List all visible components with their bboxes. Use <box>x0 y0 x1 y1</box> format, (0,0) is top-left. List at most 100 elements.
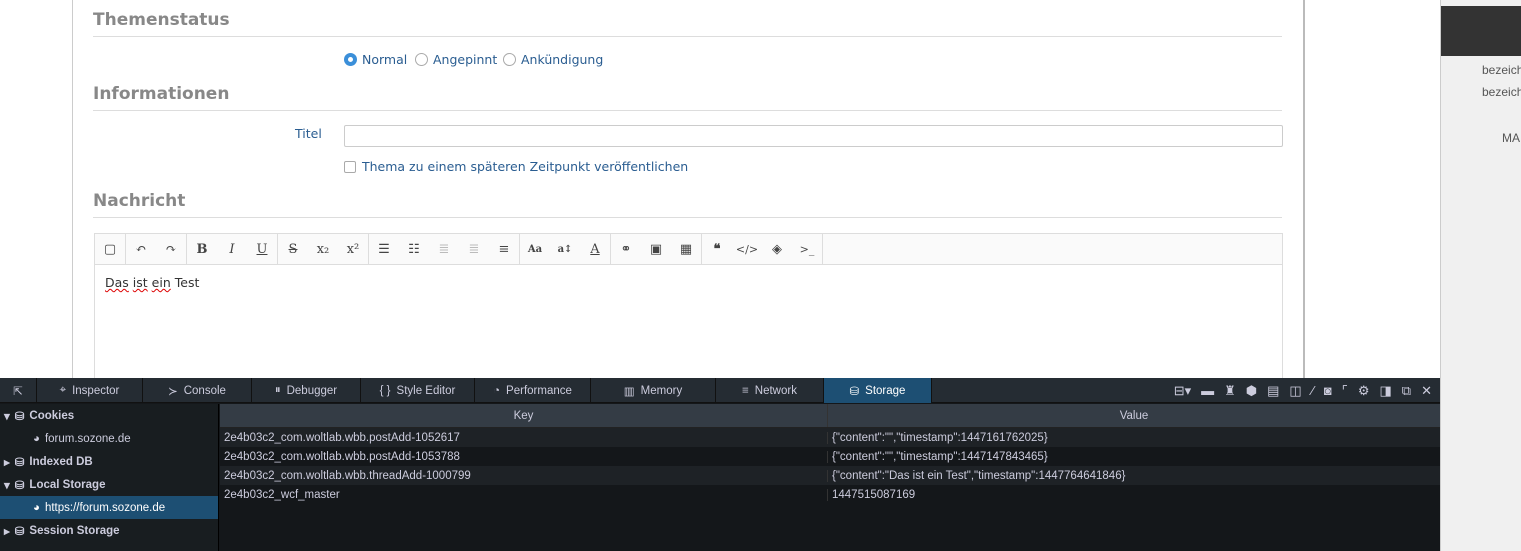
message-editor[interactable]: ▢ ↶ ↷ BIU Sx₂ x² ☰ ☷ ≣ ≣ ≡ Aa a↕ A ⚭ ▣ ▦ ❝ </> ◈ >_ D… <box>94 233 1283 383</box>
debugger-icon: ⏸ <box>274 384 281 396</box>
radio-angepinnt[interactable]: Angepinnt <box>415 52 497 67</box>
camera-icon[interactable]: ◙ <box>1324 383 1332 398</box>
cell-key: 2e4b03c2_com.woltlab.wbb.threadAdd-10007… <box>220 469 828 482</box>
tree-label: forum.sozone.de <box>44 432 131 445</box>
align-icon[interactable]: ≡ <box>489 234 519 264</box>
tab-label: Storage <box>865 384 906 397</box>
tree-session-storage[interactable]: ▸ ⛁ Session Storage <box>0 519 218 542</box>
tab-storage[interactable]: ⛁ Storage <box>824 378 932 403</box>
eyedropper-icon[interactable]: ⁄ <box>1312 383 1314 398</box>
database-icon: ⛁ <box>849 385 860 398</box>
rulers-icon[interactable]: ⌜ <box>1342 383 1348 399</box>
element-picker-icon[interactable]: ⇱ <box>0 378 37 403</box>
font-family-icon[interactable]: Aa <box>520 234 550 264</box>
undock-icon[interactable]: ⧉ <box>1402 383 1411 399</box>
tab-debugger[interactable]: ⏸ Debugger <box>252 378 361 403</box>
table-row[interactable]: 2e4b03c2_com.woltlab.wbb.postAdd-1052617… <box>220 428 1440 447</box>
unordered-list-icon[interactable]: ☷ <box>399 234 429 264</box>
code-icon[interactable]: </> <box>732 234 762 264</box>
undo-icon[interactable]: ↶ <box>126 234 156 264</box>
indent-icon[interactable]: ≣ <box>459 234 489 264</box>
side-text: MA <box>1502 131 1520 145</box>
tree-label: Indexed DB <box>29 455 93 468</box>
tab-performance[interactable]: ◔ Performance <box>475 378 591 403</box>
table-row[interactable]: 2e4b03c2_wcf_master 1447515087169 <box>220 485 1440 504</box>
column-key[interactable]: Key <box>220 404 828 427</box>
tab-inspector[interactable]: ⌖ Inspector <box>37 378 143 403</box>
title-input[interactable] <box>344 125 1283 147</box>
ordered-list-icon[interactable]: ☰ <box>369 234 399 264</box>
radio-normal[interactable]: Normal <box>344 52 407 67</box>
side-panel: bezeich bezeich MA <box>1440 0 1521 551</box>
database-icon: ⛁ <box>14 456 25 469</box>
table-row[interactable]: 2e4b03c2_com.woltlab.wbb.threadAdd-10007… <box>220 466 1440 485</box>
word: Test <box>174 275 200 290</box>
tree-local-storage[interactable]: ▾ ⛁ Local Storage <box>0 473 218 496</box>
quote-icon[interactable]: ❝ <box>702 234 732 264</box>
dock-side-icon[interactable]: ◨ <box>1380 383 1392 399</box>
cell-value: {"content":"","timestamp":1447161762025} <box>832 431 1048 444</box>
outdent-icon[interactable]: ≣ <box>429 234 459 264</box>
tree-host-cookies[interactable]: ◕ forum.sozone.de <box>0 427 218 450</box>
close-icon[interactable]: ✕ <box>1421 383 1432 399</box>
frame-icon[interactable]: ◫ <box>1289 383 1301 399</box>
section-themenstatus: Themenstatus <box>93 10 1282 37</box>
cell-key: 2e4b03c2_wcf_master <box>220 488 828 501</box>
table-icon[interactable]: ▦ <box>671 234 701 264</box>
subscript-icon[interactable]: x₂ <box>308 234 338 264</box>
tree-indexed-db[interactable]: ▸ ⛁ Indexed DB <box>0 450 218 473</box>
underline-icon[interactable]: U <box>247 234 277 264</box>
3d-view-icon[interactable]: ⬢ <box>1246 383 1257 399</box>
tree-host-local-storage[interactable]: ◕ https://forum.sozone.de <box>0 496 218 519</box>
terminal-icon[interactable]: >_ <box>792 234 822 264</box>
schedule-label: Thema zu einem späteren Zeitpunkt veröff… <box>362 159 689 174</box>
table-header: Key Value <box>220 404 1440 428</box>
side-text: bezeich <box>1482 85 1521 99</box>
cell-key: 2e4b03c2_com.woltlab.wbb.postAdd-1053788 <box>220 450 828 463</box>
tab-label: Console <box>183 384 226 397</box>
section-informationen: Informationen <box>93 84 1282 111</box>
italic-icon[interactable]: I <box>217 234 247 264</box>
tree-label: Cookies <box>29 409 75 422</box>
tree-cookies[interactable]: ▾ ⛁ Cookies <box>0 404 218 427</box>
source-toggle-icon[interactable]: ▢ <box>95 234 125 264</box>
column-value[interactable]: Value <box>828 404 1440 427</box>
radio-label: Angepinnt <box>433 52 498 67</box>
settings-icon[interactable]: ⚙ <box>1358 383 1370 399</box>
radio-label: Normal <box>362 52 408 67</box>
database-icon: ⛁ <box>14 479 25 492</box>
word: ist <box>132 275 148 290</box>
font-size-icon[interactable]: a↕ <box>550 234 580 264</box>
globe-icon: ◕ <box>33 501 40 514</box>
inspector-icon: ⌖ <box>59 384 67 396</box>
paint-flashing-icon[interactable]: ♜ <box>1224 383 1236 399</box>
redo-icon[interactable]: ↷ <box>156 234 186 264</box>
storage-tree: ▾ ⛁ Cookies ◕ forum.sozone.de ▸ ⛁ Indexed DB … <box>0 404 219 551</box>
font-color-icon[interactable]: A <box>580 234 610 264</box>
tab-memory[interactable]: ▥ Memory <box>591 378 716 403</box>
tab-style-editor[interactable]: { } Style Editor <box>361 378 475 403</box>
link-icon[interactable]: ⚭ <box>611 234 641 264</box>
tab-label: Performance <box>506 384 572 397</box>
schedule-checkbox[interactable]: Thema zu einem späteren Zeitpunkt veröff… <box>344 159 688 174</box>
strikethrough-icon[interactable]: S <box>278 234 308 264</box>
image-icon[interactable]: ▣ <box>641 234 671 264</box>
database-icon: ⛁ <box>14 410 25 423</box>
spoiler-icon[interactable]: ◈ <box>762 234 792 264</box>
word: Das <box>105 275 129 290</box>
radio-label: Ankündigung <box>521 52 604 67</box>
cell-key: 2e4b03c2_com.woltlab.wbb.postAdd-1052617 <box>220 431 828 444</box>
radio-circle <box>344 53 357 66</box>
split-console-icon[interactable]: ⊟▾ <box>1174 383 1191 399</box>
tab-console[interactable]: ≻ Console <box>143 378 252 403</box>
editor-content[interactable]: Das ist ein Test <box>95 265 1282 300</box>
tree-label: Session Storage <box>29 524 120 537</box>
devtools-panel: ⇱ ⌖ Inspector ≻ Console ⏸ Debugger { } Style… <box>0 378 1440 551</box>
tab-network[interactable]: ≡ Network <box>716 378 824 403</box>
table-row[interactable]: 2e4b03c2_com.woltlab.wbb.postAdd-1053788… <box>220 447 1440 466</box>
bold-icon[interactable]: B <box>187 234 217 264</box>
radio-ankuendigung[interactable]: Ankündigung <box>503 52 603 67</box>
scratchpad-icon[interactable]: ▬ <box>1201 383 1214 398</box>
responsive-icon[interactable]: ▤ <box>1267 383 1279 399</box>
superscript-icon[interactable]: x² <box>338 234 368 264</box>
